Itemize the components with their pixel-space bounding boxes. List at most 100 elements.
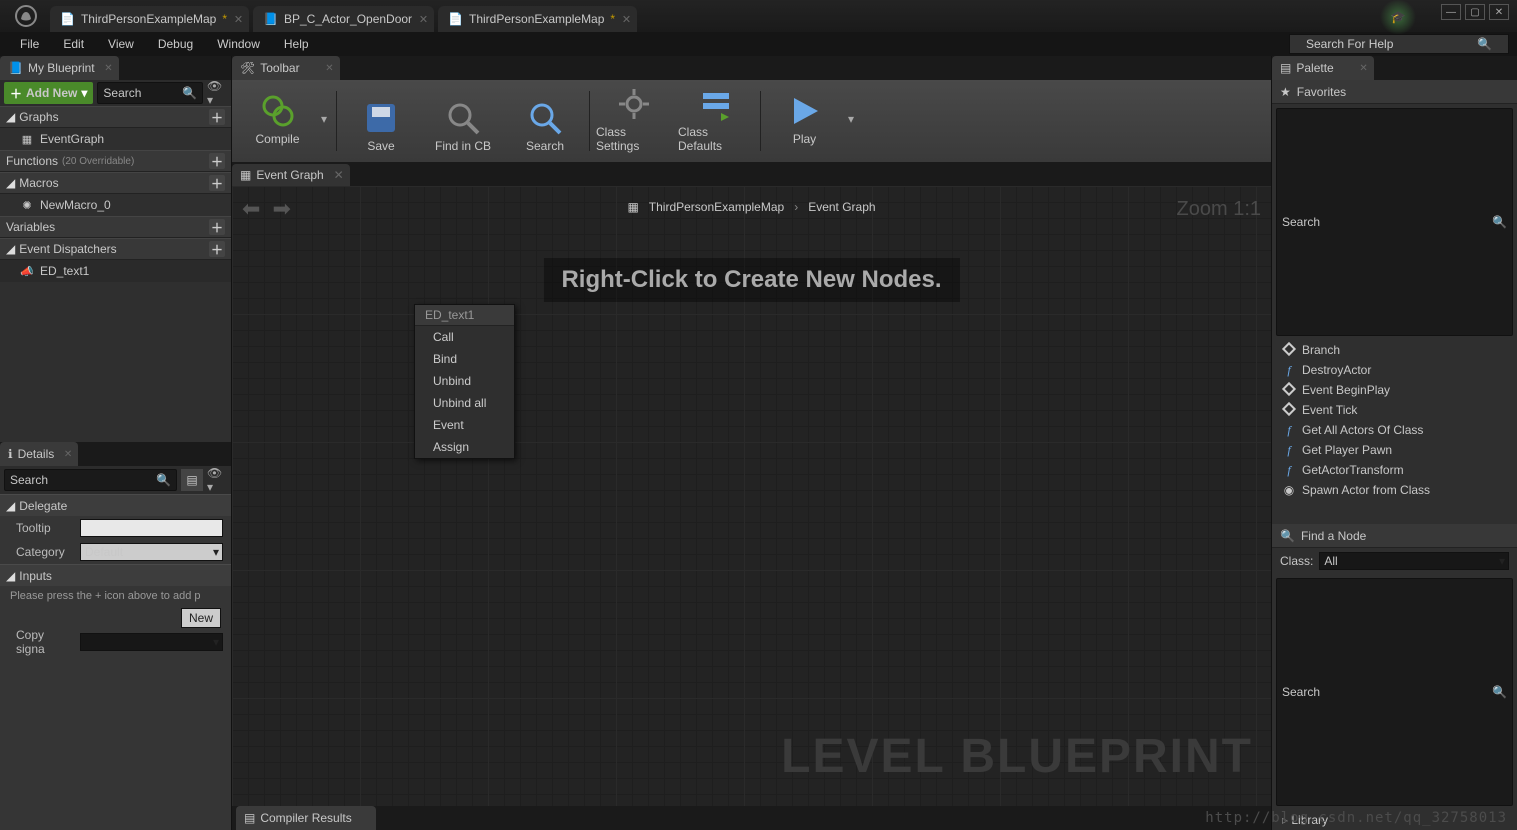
add-dispatcher-button[interactable]: ＋ — [209, 241, 225, 257]
event-graph-item[interactable]: ▦EventGraph — [0, 128, 231, 150]
class-label: Class: — [1280, 554, 1313, 568]
functions-section-header[interactable]: Functions(20 Overridable)＋ — [0, 150, 231, 172]
palette-item-event-tick[interactable]: Event Tick — [1272, 400, 1517, 420]
copy-signature-combobox[interactable]: ▾ — [80, 633, 223, 651]
context-menu-bind[interactable]: Bind — [415, 348, 514, 370]
class-filter-combobox[interactable]: All▾ — [1319, 552, 1509, 570]
search-icon: 🔍 — [1280, 529, 1295, 543]
palette-item-get-all-actors[interactable]: fGet All Actors Of Class — [1272, 420, 1517, 440]
delegate-category[interactable]: ◢ Delegate — [0, 494, 231, 516]
search-button[interactable]: Search — [507, 85, 583, 157]
add-new-button[interactable]: ＋ Add New ▾ — [4, 82, 93, 104]
close-icon[interactable]: ✕ — [234, 13, 243, 26]
close-icon[interactable]: ✕ — [64, 449, 72, 460]
find-node-header[interactable]: 🔍Find a Node — [1272, 524, 1517, 548]
my-blueprint-tab[interactable]: 📘 My Blueprint ✕ — [0, 56, 119, 80]
close-icon[interactable]: ✕ — [1359, 63, 1367, 74]
graph-icon: ▦ — [627, 200, 638, 214]
graphs-section-header[interactable]: ◢Graphs＋ — [0, 106, 231, 128]
chevron-down-icon[interactable]: ▾ — [845, 112, 857, 126]
compiler-results-tab[interactable]: ▤ Compiler Results — [236, 806, 376, 830]
menu-edit[interactable]: Edit — [53, 34, 94, 54]
compile-button[interactable]: Compile ▾ — [240, 85, 330, 157]
close-icon[interactable]: ✕ — [622, 13, 631, 26]
save-button[interactable]: Save — [343, 85, 419, 157]
function-icon: f — [1282, 463, 1296, 478]
graduation-cap-icon[interactable]: 🎓 — [1379, 0, 1417, 34]
palette-item-get-actor-transform[interactable]: fGetActorTransform — [1272, 460, 1517, 480]
palette-item-branch[interactable]: Branch — [1272, 340, 1517, 360]
details-search-input[interactable]: Search🔍 — [4, 469, 177, 491]
favorites-header[interactable]: ★Favorites — [1272, 80, 1517, 104]
gear-icon — [616, 86, 652, 122]
document-tab-0[interactable]: 📄ThirdPersonExampleMap*✕ — [50, 6, 249, 32]
function-icon: f — [1282, 443, 1296, 458]
menu-file[interactable]: File — [10, 34, 49, 54]
search-icon: 🔍 — [156, 473, 171, 487]
palette-item-spawn-actor[interactable]: ◉Spawn Actor from Class — [1272, 480, 1517, 500]
variables-section-header[interactable]: Variables＋ — [0, 216, 231, 238]
chevron-down-icon: ▾ — [213, 635, 219, 649]
document-tab-1[interactable]: 📘BP_C_Actor_OpenDoor✕ — [253, 6, 434, 32]
close-icon[interactable]: ✕ — [419, 13, 428, 26]
palette-item-destroy-actor[interactable]: fDestroyActor — [1272, 360, 1517, 380]
node-search-input[interactable]: Search🔍 — [1276, 578, 1513, 806]
log-icon: ▤ — [244, 811, 255, 825]
add-graph-button[interactable]: ＋ — [209, 109, 225, 125]
context-menu-assign[interactable]: Assign — [415, 436, 514, 458]
search-icon: 🔍 — [1467, 34, 1502, 54]
macro-item[interactable]: ✺NewMacro_0 — [0, 194, 231, 216]
palette-icon: ▤ — [1280, 61, 1291, 75]
context-menu-unbind-all[interactable]: Unbind all — [415, 392, 514, 414]
close-icon[interactable]: ✕ — [325, 63, 333, 74]
menu-bar: File Edit View Debug Window Help Search … — [0, 32, 1517, 56]
toolbar-tab[interactable]: 🛠 Toolbar ✕ — [232, 56, 340, 80]
document-tab-2[interactable]: 📄ThirdPersonExampleMap*✕ — [438, 6, 637, 32]
add-variable-button[interactable]: ＋ — [209, 219, 225, 235]
close-icon[interactable]: ✕ — [104, 63, 112, 74]
nav-back-button[interactable]: ⬅ — [242, 196, 260, 222]
event-dispatchers-section-header[interactable]: ◢Event Dispatchers＋ — [0, 238, 231, 260]
watermark-url: http://blog.csdn.net/qq_32758013 — [1205, 810, 1507, 826]
maximize-button[interactable]: ▢ — [1465, 4, 1485, 20]
category-combobox[interactable]: Default▾ — [80, 543, 223, 561]
menu-debug[interactable]: Debug — [148, 34, 203, 54]
chevron-down-icon[interactable]: ▾ — [318, 112, 330, 126]
view-options-icon[interactable]: 👁▾ — [207, 470, 227, 490]
help-search-input[interactable]: Search For Help🔍 — [1289, 34, 1509, 54]
find-in-cb-button[interactable]: Find in CB — [425, 85, 501, 157]
context-menu-unbind[interactable]: Unbind — [415, 370, 514, 392]
menu-help[interactable]: Help — [274, 34, 319, 54]
event-graph-tab[interactable]: ▦ Event Graph ✕ — [232, 164, 350, 186]
macros-section-header[interactable]: ◢Macros＋ — [0, 172, 231, 194]
menu-view[interactable]: View — [98, 34, 144, 54]
graph-canvas[interactable]: ⬅ ➡ ▦ ThirdPersonExampleMap › Event Grap… — [232, 186, 1271, 806]
palette-tab[interactable]: ▤ Palette ✕ — [1272, 56, 1374, 80]
menu-window[interactable]: Window — [207, 34, 270, 54]
class-defaults-button[interactable]: Class Defaults — [678, 85, 754, 157]
class-settings-button[interactable]: Class Settings — [596, 85, 672, 157]
context-menu-event[interactable]: Event — [415, 414, 514, 436]
my-blueprint-search-input[interactable]: Search🔍 — [97, 82, 203, 104]
graph-icon: ▦ — [20, 132, 34, 146]
new-input-button[interactable]: New — [181, 608, 221, 628]
context-menu-call[interactable]: Call — [415, 326, 514, 348]
play-button[interactable]: Play ▾ — [767, 85, 857, 157]
breadcrumb[interactable]: ▦ ThirdPersonExampleMap › Event Graph — [627, 200, 875, 214]
nav-forward-button[interactable]: ➡ — [272, 196, 290, 222]
minimize-button[interactable]: — — [1441, 4, 1461, 20]
copy-signature-label: Copy signa — [16, 628, 72, 656]
inputs-category[interactable]: ◢ Inputs — [0, 564, 231, 586]
view-options-icon[interactable]: 👁▾ — [207, 83, 227, 103]
details-tab[interactable]: ℹ Details ✕ — [0, 442, 78, 466]
close-icon[interactable]: ✕ — [334, 168, 344, 182]
tooltip-input[interactable] — [80, 519, 223, 537]
palette-item-event-beginplay[interactable]: Event BeginPlay — [1272, 380, 1517, 400]
property-matrix-button[interactable]: ▤ — [181, 469, 203, 491]
add-macro-button[interactable]: ＋ — [209, 175, 225, 191]
event-dispatcher-item[interactable]: 📣ED_text1 — [0, 260, 231, 282]
add-function-button[interactable]: ＋ — [209, 153, 225, 169]
palette-search-input[interactable]: Search🔍 — [1276, 108, 1513, 336]
palette-item-get-player-pawn[interactable]: fGet Player Pawn — [1272, 440, 1517, 460]
close-button[interactable]: ✕ — [1489, 4, 1509, 20]
